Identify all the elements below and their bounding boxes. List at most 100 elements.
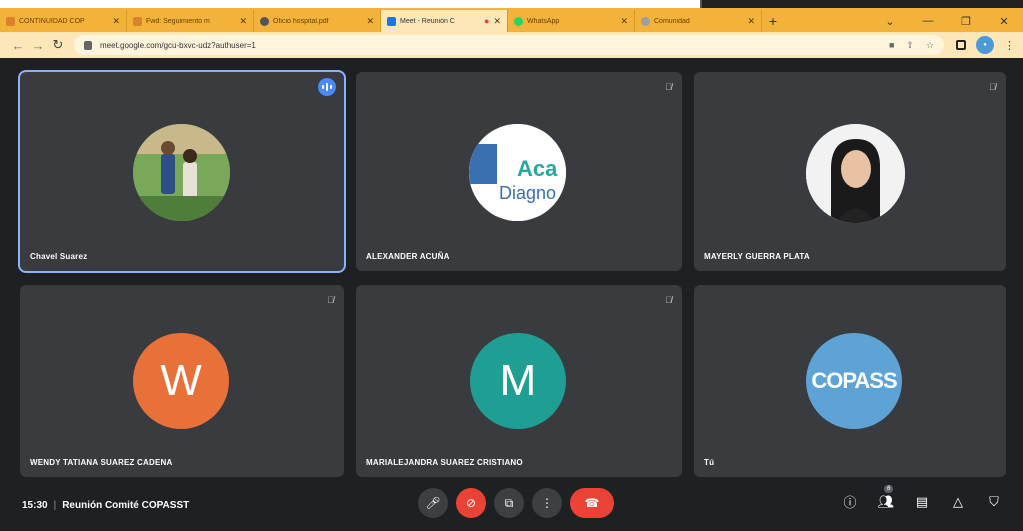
avatar-initial: W <box>160 356 202 405</box>
meet-control-bar: 15:30 | Reunión Comité COPASST 🎤︎ ⊘ ⧉ ⋮ ☎ … <box>0 478 1023 531</box>
close-icon[interactable]: ✕ <box>112 16 120 27</box>
phone-hangup-icon: ☎ <box>584 496 600 510</box>
more-options-button[interactable]: ⋮ <box>532 488 562 518</box>
host-controls-icon[interactable]: ⛉ <box>983 494 1005 510</box>
avatar-text: COPASS <box>811 368 897 393</box>
info-icon[interactable]: ⓘ <box>839 492 861 511</box>
meeting-info: 15:30 | Reunión Comité COPASST <box>22 500 189 511</box>
browser-tab-1[interactable]: CONTINUIDAD COP ✕ <box>0 10 127 32</box>
mic-off-icon: 🎙̸ <box>989 82 996 92</box>
avatar: M <box>470 333 566 429</box>
tab-label: Comunidad <box>654 17 690 25</box>
participant-name: Tú <box>704 458 715 467</box>
camera-button[interactable]: ⊘ <box>456 488 486 518</box>
participant-name: ALEXANDER ACUÑA <box>366 252 450 261</box>
tab-label: Meet - Reunión C <box>400 17 455 25</box>
call-controls: 🎤︎ ⊘ ⧉ ⋮ ☎ <box>418 488 614 518</box>
tab-label: CONTINUIDAD COP <box>19 17 85 25</box>
mic-off-icon: 🎙̸ <box>327 295 334 305</box>
participant-name: MARIALEJANDRA SUAREZ CRISTIANO <box>366 458 523 467</box>
present-button[interactable]: ⧉ <box>494 488 524 518</box>
microphone-button[interactable]: 🎤︎ <box>418 488 448 518</box>
browser-tab-3[interactable]: Oficio hospital.pdf ✕ <box>254 10 381 32</box>
whatsapp-icon <box>514 16 523 26</box>
mic-off-icon: 🎙̸ <box>665 82 672 92</box>
tab-favicon <box>641 16 650 26</box>
browser-tab-2[interactable]: Fwd: Seguimiento m ✕ <box>127 10 254 32</box>
menu-icon[interactable]: ⋮ <box>1004 39 1015 52</box>
children-photo-icon <box>133 124 230 221</box>
participant-tile-3[interactable]: 🎙̸ MAYERLY GUERRA PLATA <box>694 72 1006 271</box>
tab-search-icon[interactable]: ⌄ <box>871 15 909 28</box>
scan-border <box>0 0 1023 8</box>
speaking-indicator-icon <box>318 78 336 96</box>
browser-tab-5[interactable]: WhatsApp ✕ <box>508 10 635 32</box>
tab-label: Fwd: Seguimiento m <box>146 17 210 25</box>
side-panel-icon[interactable] <box>956 40 966 50</box>
separator: | <box>53 500 57 511</box>
tab-favicon <box>260 16 269 26</box>
participant-tile-1[interactable]: Chavel Suarez <box>18 70 346 273</box>
present-screen-icon: ⧉ <box>504 495 514 510</box>
browser-tab-6[interactable]: Comunidad ✕ <box>635 10 762 32</box>
chat-icon[interactable]: ▤ <box>911 494 933 510</box>
avatar: COPASS <box>806 333 902 429</box>
tab-favicon <box>6 16 15 26</box>
browser-toolbar: ← → ↻ meet.google.com/gcu-bxvc-udz?authu… <box>0 32 1023 58</box>
url-text: meet.google.com/gcu-bxvc-udz?authuser=1 <box>100 40 256 50</box>
participant-tile-5[interactable]: 🎙̸ M MARIALEJANDRA SUAREZ CRISTIANO <box>356 285 682 477</box>
avatar: Aca Diagno <box>469 124 566 221</box>
participant-name: MAYERLY GUERRA PLATA <box>704 252 810 261</box>
tab-favicon <box>133 16 142 26</box>
participant-count-badge: 6 <box>884 484 894 493</box>
avatar <box>806 124 905 223</box>
participant-tile-4[interactable]: 🎙̸ W WENDY TATIANA SUAREZ CADENA <box>20 285 344 477</box>
profile-avatar[interactable]: ● <box>976 36 994 54</box>
participant-name: Chavel Suarez <box>30 252 88 261</box>
restore-icon[interactable]: ❐ <box>947 15 985 28</box>
close-icon[interactable]: ✕ <box>620 16 628 27</box>
avatar-initial: M <box>499 356 537 405</box>
window-controls: ⌄ — ❐ ✕ <box>871 10 1023 32</box>
new-tab-button[interactable]: + <box>762 10 784 32</box>
participant-name: WENDY TATIANA SUAREZ CADENA <box>30 458 173 467</box>
people-icon[interactable]: 👥︎ 6 <box>875 484 897 510</box>
camera-off-icon: ⊘ <box>465 496 477 510</box>
svg-text:Diagno: Diagno <box>499 183 556 203</box>
meet-icon <box>387 16 396 26</box>
svg-text:Aca: Aca <box>517 156 558 181</box>
meet-stage: Chavel Suarez 🎙̸ Aca Diagno ALEXANDER AC… <box>0 58 1023 531</box>
omnibox-icons: ■ ⇪ ☆ <box>889 40 934 51</box>
share-icon[interactable]: ⇪ <box>906 40 914 51</box>
leave-call-button[interactable]: ☎ <box>570 488 614 518</box>
reload-icon[interactable]: ↻ <box>48 37 68 53</box>
participant-tile-self[interactable]: COPASS Tú <box>694 285 1006 477</box>
scan-corner <box>700 0 1023 8</box>
more-vert-icon: ⋮ <box>541 496 553 510</box>
diagnostics-logo: Aca Diagno <box>469 124 566 221</box>
tab-label: Oficio hospital.pdf <box>273 17 329 25</box>
close-icon[interactable]: ✕ <box>366 16 374 27</box>
side-controls: ⓘ 👥︎ 6 ▤ △ ⛉ <box>839 484 1005 511</box>
avatar: W <box>133 333 229 429</box>
close-icon[interactable]: ✕ <box>747 16 755 27</box>
activities-icon[interactable]: △ <box>947 494 969 510</box>
minimize-icon[interactable]: — <box>909 15 947 27</box>
mic-off-icon: 🎙̸ <box>665 295 672 305</box>
bookmark-star-icon[interactable]: ☆ <box>926 40 934 51</box>
close-icon[interactable]: ✕ <box>239 16 247 27</box>
camera-permission-icon[interactable]: ■ <box>889 40 894 51</box>
close-icon[interactable]: ✕ <box>493 16 501 27</box>
avatar <box>133 124 230 221</box>
lock-icon[interactable] <box>84 40 92 50</box>
back-icon[interactable]: ← <box>8 38 28 53</box>
woman-photo-icon <box>806 124 905 223</box>
extensions-area: ● ⋮ <box>956 36 1015 54</box>
browser-tab-4[interactable]: Meet - Reunión C ● ✕ <box>381 10 508 32</box>
close-window-icon[interactable]: ✕ <box>985 15 1023 28</box>
mic-icon: 🎤︎ <box>425 496 441 510</box>
participant-tile-2[interactable]: 🎙̸ Aca Diagno ALEXANDER ACUÑA <box>356 72 682 271</box>
forward-icon[interactable]: → <box>28 38 48 53</box>
address-bar[interactable]: meet.google.com/gcu-bxvc-udz?authuser=1 … <box>74 35 944 55</box>
meeting-time: 15:30 <box>22 500 48 511</box>
